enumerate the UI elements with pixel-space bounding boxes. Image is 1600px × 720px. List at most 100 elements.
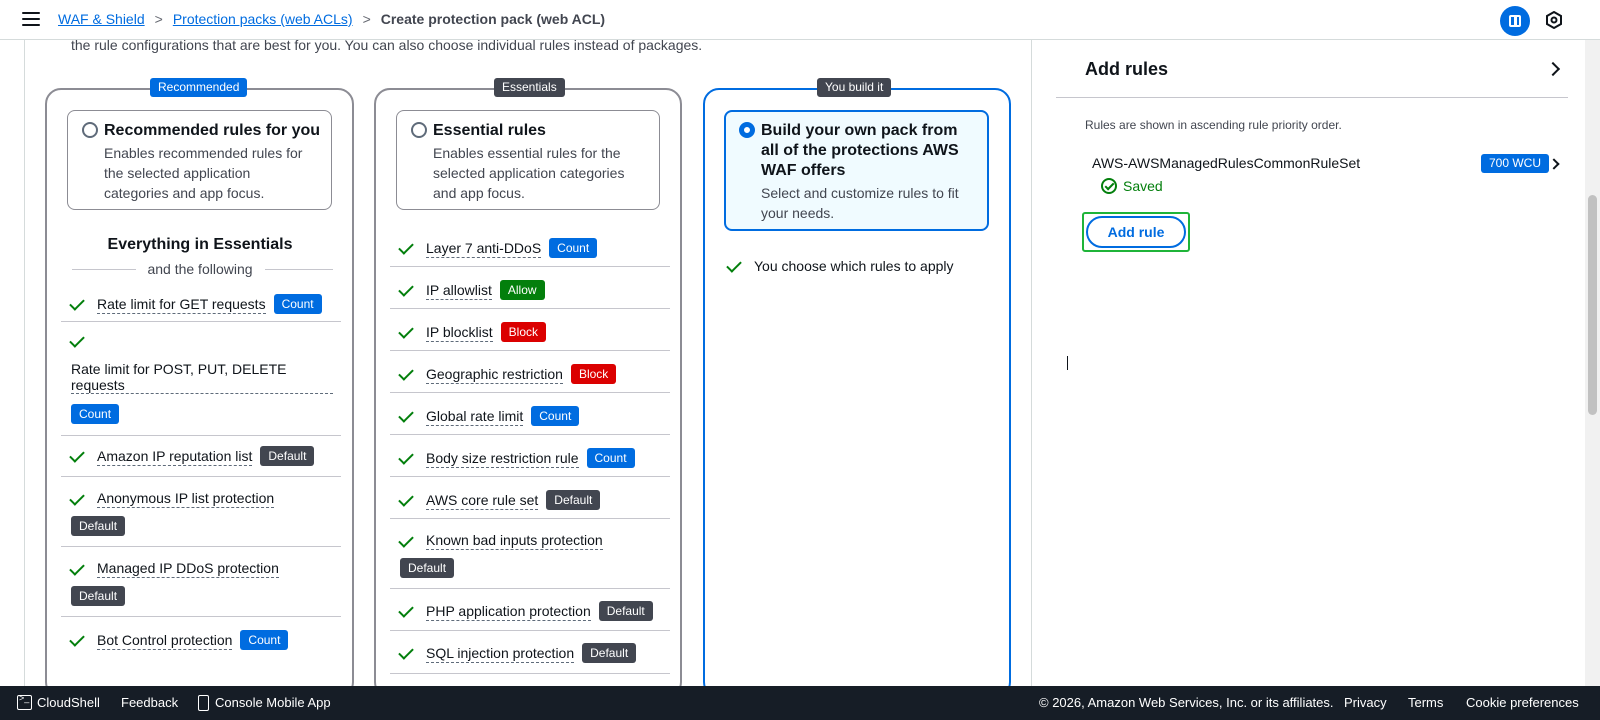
collapse-panel-chevron-icon[interactable]	[1545, 61, 1561, 77]
rule-name-link[interactable]: Rate limit for GET requests	[97, 295, 266, 314]
option-title: WAF offers	[761, 162, 846, 179]
rule-name-link[interactable]: Bot Control protection	[97, 631, 233, 650]
option-description: categories and app focus.	[104, 185, 265, 201]
list-item: Anonymous IP list protection	[71, 489, 275, 508]
radio-button[interactable]	[411, 122, 427, 138]
cookie-preferences-link[interactable]: Cookie preferences	[1466, 695, 1579, 710]
list-item: Global rate limit Count	[400, 406, 580, 426]
rule-name-link[interactable]: Known bad inputs protection	[426, 531, 603, 550]
divider	[61, 321, 341, 322]
recommended-heading: Everything in Essentials	[107, 236, 293, 253]
breadcrumb-separator: >	[362, 11, 371, 27]
rule-name-link[interactable]: Anonymous IP list protection	[97, 489, 275, 508]
list-item: Rate limit for GET requests Count	[71, 294, 322, 314]
add-rule-button[interactable]: Add rule	[1086, 216, 1186, 248]
divider	[390, 518, 670, 519]
menu-icon[interactable]	[22, 12, 40, 28]
check-icon	[71, 336, 87, 346]
text-cursor	[1067, 356, 1068, 370]
check-icon	[71, 494, 87, 504]
action-badge: Block	[570, 364, 617, 384]
list-item: Amazon IP reputation list Default	[71, 446, 315, 466]
check-icon	[400, 495, 416, 505]
rule-set-name[interactable]: AWS-AWSManagedRulesCommonRuleSet	[1092, 155, 1360, 171]
action-badge: Count	[549, 238, 598, 258]
option-description: selected application categories	[433, 165, 625, 181]
cloudshell-link[interactable]: CloudShell	[37, 695, 100, 710]
rule-name-link[interactable]: Amazon IP reputation list	[97, 447, 253, 466]
check-icon	[400, 327, 416, 337]
footer: CloudShell Feedback Console Mobile App ©…	[0, 686, 1600, 720]
check-icon	[400, 453, 416, 463]
mobile-app-icon	[198, 695, 209, 711]
rule-name-link[interactable]: Layer 7 anti-DDoS	[426, 239, 542, 258]
list-item: Managed IP DDoS protection	[71, 559, 279, 578]
list-item: Body size restriction rule Count	[400, 448, 635, 468]
scrollbar[interactable]	[1585, 40, 1600, 686]
action-badge: Block	[500, 322, 547, 342]
rule-name-link[interactable]: IP blocklist	[426, 323, 493, 342]
check-icon	[400, 369, 416, 379]
divider	[390, 588, 670, 589]
list-item	[71, 336, 97, 346]
rule-name-link[interactable]: IP allowlist	[426, 281, 492, 300]
panel-icon	[1509, 15, 1521, 27]
check-icon	[71, 451, 87, 461]
radio-button-selected[interactable]	[739, 122, 755, 138]
rule-name-link[interactable]: PHP application protection	[426, 602, 591, 621]
list-item: Geographic restriction Block	[400, 364, 617, 384]
build-your-own-tag: You build it	[817, 78, 892, 97]
list-item: SQL injection protection Default	[400, 643, 637, 663]
action-badge: Count	[273, 294, 322, 314]
settings-icon[interactable]	[1545, 11, 1563, 29]
build-your-own-option[interactable]: Build your own pack from all of the prot…	[724, 110, 989, 231]
action-badge: Allow	[499, 280, 545, 300]
option-title: all of the protections AWS	[761, 142, 959, 159]
expand-rule-chevron-icon[interactable]	[1548, 158, 1560, 170]
rule-name-link[interactable]: Managed IP DDoS protection	[97, 559, 279, 578]
mobile-app-link[interactable]: Console Mobile App	[215, 695, 331, 710]
option-description: and app focus.	[433, 185, 525, 201]
cloudshell-icon	[17, 693, 32, 710]
divider	[390, 476, 670, 477]
rule-name-line: Rate limit for POST, PUT, DELETE	[71, 361, 287, 377]
rule-name-link[interactable]: Geographic restriction	[426, 365, 563, 384]
action-badge: Count	[531, 406, 580, 426]
option-title: Recommended rules for you	[104, 122, 321, 139]
option-title: Build your own pack from	[761, 122, 958, 139]
action-badge: Count	[586, 448, 635, 468]
breadcrumb-protection-packs[interactable]: Protection packs (web ACLs)	[173, 11, 353, 27]
feedback-link[interactable]: Feedback	[121, 695, 178, 710]
rule-name-link[interactable]: AWS core rule set	[426, 491, 539, 510]
privacy-link[interactable]: Privacy	[1344, 695, 1387, 710]
scrollbar-thumb[interactable]	[1588, 195, 1597, 415]
divider	[1056, 97, 1568, 98]
recommended-subheading: and the following	[147, 261, 253, 277]
list-item: IP allowlist Allow	[400, 280, 545, 300]
recommended-tag: Recommended	[150, 78, 248, 97]
check-icon	[400, 648, 416, 658]
radio-button[interactable]	[82, 122, 98, 138]
option-description: the selected application	[104, 165, 251, 181]
essential-rules-option[interactable]: Essential rules Enables essential rules …	[396, 110, 660, 210]
divider	[390, 434, 670, 435]
check-icon	[400, 411, 416, 421]
action-badge: Default	[598, 601, 653, 621]
rule-name-link[interactable]: Body size restriction rule	[426, 449, 579, 468]
breadcrumb-current-page: Create protection pack (web ACL)	[380, 11, 606, 27]
option-title: Essential rules	[433, 122, 546, 139]
divider	[390, 350, 670, 351]
check-icon	[71, 635, 87, 645]
action-badge: Count	[71, 404, 120, 424]
rule-name-link[interactable]: Global rate limit	[426, 407, 524, 426]
rule-name-link[interactable]: Rate limit for POST, PUT, DELETE request…	[71, 361, 333, 394]
breadcrumb-waf-shield[interactable]: WAF & Shield	[58, 11, 145, 27]
content-edge	[24, 40, 25, 686]
option-description: Select and customize rules to fit	[761, 185, 959, 201]
terms-link[interactable]: Terms	[1408, 695, 1443, 710]
side-panel-toggle-button[interactable]	[1500, 6, 1530, 36]
rule-name-link[interactable]: SQL injection protection	[426, 644, 575, 663]
check-icon	[728, 261, 744, 271]
recommended-rules-option[interactable]: Recommended rules for you Enables recomm…	[67, 110, 332, 210]
divider	[61, 476, 341, 477]
